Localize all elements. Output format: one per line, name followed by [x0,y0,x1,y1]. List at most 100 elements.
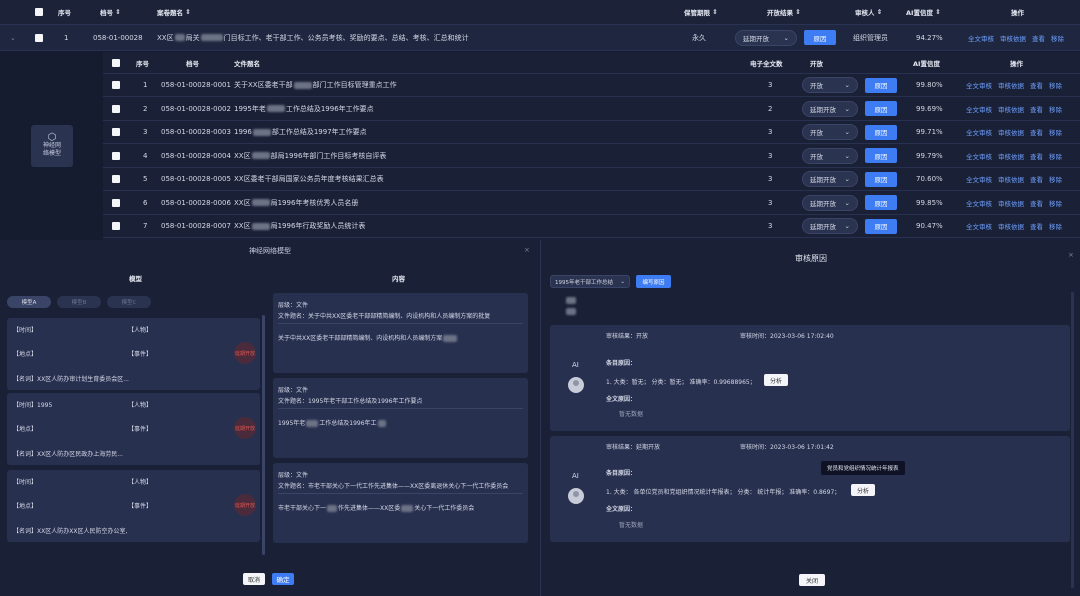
full-review-link[interactable]: 全文审核 [966,221,992,231]
review-basis-link[interactable]: 审核依据 [1000,33,1026,43]
remove-link[interactable]: 移除 [1049,80,1062,90]
header-result[interactable]: 开放结果 ⇕ [767,0,801,24]
close-button[interactable]: 关闭 [799,574,825,586]
reason-button[interactable]: 原因 [865,145,897,167]
reason-button[interactable]: 原因 [865,74,897,96]
close-icon[interactable]: × [1068,251,1074,259]
row-checkbox[interactable] [35,25,43,50]
review-basis-link[interactable]: 审核依据 [998,174,1024,184]
view-link[interactable]: 查看 [1030,198,1043,208]
view-link[interactable]: 查看 [1030,80,1043,90]
table-row[interactable]: 3 058-01-00028-0003 1996 部工作总结及1997年工作要点 3 开放… [103,121,1080,144]
full-review-link[interactable]: 全文审核 [966,151,992,161]
view-link[interactable]: 查看 [1032,33,1045,43]
remove-link[interactable]: 移除 [1049,198,1062,208]
view-link[interactable]: 查看 [1030,104,1043,114]
model-card[interactable]: 【时间】 【人物】 【地点】 【事件】 【名词】XX区人防办审计划生育委员会区... 延期… [7,318,260,390]
review-basis-link[interactable]: 审核依据 [998,127,1024,137]
collapse-icon[interactable]: ⌄ [10,25,16,50]
redacted-text [565,296,577,304]
neural-network-button[interactable]: ⬡ 神经网 络模型 [31,125,73,167]
reason-button[interactable]: 原因 [865,121,897,143]
reason-button[interactable]: 原因 [865,168,897,190]
reason-button[interactable]: 原因 [804,25,836,50]
row-checkbox[interactable] [112,121,120,143]
result-select[interactable]: 开放 ⌄ [802,145,858,167]
result-select[interactable]: 开放 ⌄ [802,121,858,143]
remove-link[interactable]: 移除 [1051,33,1064,43]
model-pill-b[interactable]: 模型B [57,296,101,308]
row-checkbox[interactable] [112,74,120,96]
reason-button[interactable]: 原因 [865,192,897,214]
model-card[interactable]: 【时间】1995 【人物】 【地点】 【事件】 【名词】XX区人防办区民政办上海劳民..… [7,393,260,465]
row-title: XX区 部局1996年部门工作目标考核自评表 [234,151,387,160]
cancel-button[interactable]: 取消 [243,573,265,585]
row-checkbox[interactable] [112,168,120,190]
table-row[interactable]: 4 058-01-00028-0004 XX区 部局1996年部门工作目标考核自评表 3… [103,145,1080,168]
confirm-button[interactable]: 确定 [272,573,294,585]
reason-button[interactable]: 原因 [865,215,897,237]
review-basis-link[interactable]: 审核依据 [998,104,1024,114]
full-review-link[interactable]: 全文审核 [966,127,992,137]
scrollbar[interactable] [1071,292,1074,588]
doc-select[interactable]: 1995年老干部工作总结 ⌄ [550,275,630,288]
row-checkbox[interactable] [112,215,120,237]
content-card: 层级：文件 文件题名：关于中共XX区委老干部部精简编制、内设机构和人员编制方案的… [273,293,528,373]
result-select[interactable]: 延期开放 ⌄ [802,168,858,190]
close-icon[interactable]: × [524,246,530,254]
full-review-link[interactable]: 全文审核 [966,104,992,114]
view-link[interactable]: 查看 [1030,151,1043,161]
review-basis-link[interactable]: 审核依据 [998,198,1024,208]
sub-select-all-checkbox[interactable] [112,52,120,73]
write-reason-button[interactable]: 编写原因 [636,275,671,288]
chevron-down-icon: ⌄ [620,278,625,285]
remove-link[interactable]: 移除 [1049,127,1062,137]
row-code: 058-01-00028-0005 [161,175,231,183]
model-pill-c[interactable]: 模型C [107,296,151,308]
full-review-link[interactable]: 全文审核 [968,33,994,43]
table-row[interactable]: 5 058-01-00028-0005 XX区委老干部局国家公务员年度考核结果汇总表… [103,168,1080,191]
table-row[interactable]: 6 058-01-00028-0006 XX区 局1996年考核优秀人员名册 3 延期开放… [103,192,1080,215]
row-checkbox[interactable] [112,192,120,214]
model-pill-a[interactable]: 模型A [7,296,51,308]
header-retention[interactable]: 保管期限 ⇕ [684,0,718,24]
sub-table: 序号 档号 文件题名 电子全文数 开放 AI置信度 操作 1 058-01-000… [103,52,1080,240]
select-all-checkbox[interactable] [35,0,43,24]
table-row[interactable]: 7 058-01-00028-0007 XX区 局1996年行政奖励人员统计表 3 延期开… [103,215,1080,238]
header-reviewer[interactable]: 审核人 ⇕ [855,0,882,24]
remove-link[interactable]: 移除 [1049,221,1062,231]
table-row[interactable]: 2 058-01-00028-0002 1995年老 工作总结及1996年工作要点 2 延… [103,98,1080,121]
full-review-link[interactable]: 全文审核 [966,198,992,208]
result-select[interactable]: 开放 ⌄ [802,74,858,96]
view-link[interactable]: 查看 [1030,174,1043,184]
table-row[interactable]: ⌄ 1 058-01-00028 XX区 局关 门目标工作、老干部工作、公务员考核、… [0,25,1080,51]
result-select[interactable]: 延期开放 ⌄ [802,98,858,120]
header-title[interactable]: 案卷题名 ⇕ [157,0,191,24]
row-code: 058-01-00028-0001 [161,81,231,89]
review-basis-link[interactable]: 审核依据 [998,80,1024,90]
scrollbar[interactable] [262,315,265,555]
result-select[interactable]: 延期开放 ⌄ [802,215,858,237]
review-basis-link[interactable]: 审核依据 [998,221,1024,231]
header-ai-conf[interactable]: AI置信度 ⇕ [906,0,941,24]
remove-link[interactable]: 移除 [1049,104,1062,114]
result-select[interactable]: 延期开放 ⌄ [735,25,797,50]
full-review-link[interactable]: 全文审核 [966,80,992,90]
row-checkbox[interactable] [112,145,120,167]
row-ops: 全文审核 审核依据 查看 移除 [966,168,1062,190]
review-basis-link[interactable]: 审核依据 [998,151,1024,161]
full-review-link[interactable]: 全文审核 [966,174,992,184]
result-select[interactable]: 延期开放 ⌄ [802,192,858,214]
remove-link[interactable]: 移除 [1049,174,1062,184]
row-checkbox[interactable] [112,98,120,120]
model-card[interactable]: 【时间】 【人物】 【地点】 【事件】 【名词】XX区人防办XX区人民防空办公室, 延期开… [7,470,260,542]
analyze-button[interactable]: 分析 [764,374,788,386]
table-row[interactable]: 1 058-01-00028-0001 关于XX区委老干部 部门工作目标管理重点工作 3… [103,74,1080,97]
header-code[interactable]: 档号 ⇕ [100,0,121,24]
view-link[interactable]: 查看 [1030,127,1043,137]
view-link[interactable]: 查看 [1030,221,1043,231]
reason-button[interactable]: 原因 [865,98,897,120]
row-ops: 全文审核 审核依据 查看 移除 [966,215,1062,237]
remove-link[interactable]: 移除 [1049,151,1062,161]
analyze-button[interactable]: 分析 [851,484,875,496]
